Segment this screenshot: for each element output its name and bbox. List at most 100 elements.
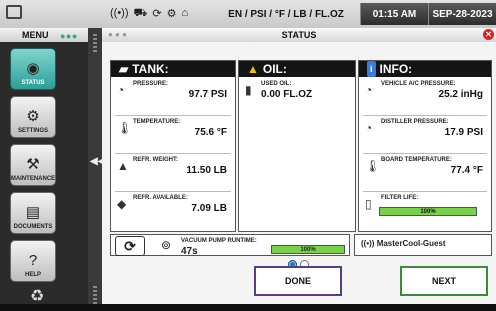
window-titlebar: ● ● ● STATUS ✕ [102,28,496,42]
window-buttons: ● ● ● [108,30,127,39]
menu-item-help[interactable]: ? HELP [10,240,56,282]
tank-refr-available-value: 7.09 LB [191,203,227,214]
board-temp-row: 🌡 BOARD TEMPERATURE: 77.4 °F [359,155,491,191]
thermometer-icon: 🌡 [365,159,381,173]
status-icons: ((•)) ⛟ ⟳ ⚙ ⌂ [110,7,188,21]
menu-item-label: DOCUMENTS [13,224,53,230]
tools-icon: ⚒ [26,156,40,173]
close-icon[interactable]: ✕ [483,29,494,40]
menu-window-buttons: ● ● ● [60,31,77,41]
divider [115,153,231,154]
vehicle-icon: ⛟ [133,7,148,19]
wifi-signal-icon: ((•)) [110,7,129,19]
gauge-icon: ◔ [365,83,373,97]
tank-temperature-value: 75.6 °F [194,127,227,138]
menu-item-label: HELP [24,272,41,278]
pump-runtime-bar: 100% [271,245,345,254]
units-indicator[interactable]: EN / PSI / °F / LB / FL.OZ [212,4,360,24]
oil-panel-header: ▲ OIL: [239,61,355,77]
sidebar-collapse-handle[interactable]: ◀◀ [88,28,105,311]
tank-panel: ▰ TANK: ◔ PRESSURE: 97.7 PSI 🌡 TEMPERATU… [110,60,236,232]
tank-refr-weight-row: ▲ REFR. WEIGHT: 11.50 LB [111,155,235,191]
board-temp-value: 77.4 °F [450,165,483,176]
oil-bottle-icon: ▮ [245,83,252,97]
pump-icon: ⊚ [161,238,172,252]
menu-item-label: SETTINGS [17,128,48,134]
document-icon: ▤ [25,204,41,221]
grip-icon [93,34,97,52]
menu-item-status[interactable]: ◉ STATUS [10,48,56,90]
oil-title: OIL: [262,62,287,76]
gauge-icon: ◔ [365,121,373,135]
divider [363,115,487,116]
tank-refr-available-label: REFR. AVAILABLE: [133,195,188,201]
vehicle-pressure-value: 25.2 inHg [438,89,483,100]
gear-icon: ⚙ [26,108,40,125]
thermometer-icon: 🌡 [117,121,133,135]
menu-header: MENU ● ● ● [0,28,88,42]
sync-icon: ⟳ [152,8,162,20]
tank-panel-header: ▰ TANK: [111,61,235,77]
window-title: STATUS [281,30,317,40]
tank-refr-weight-value: 11.50 LB [186,165,227,176]
filter-life-bar: 100% [379,207,477,216]
board-temp-label: BOARD TEMPERATURE: [381,157,452,163]
vacuum-pump-row: ⟳ ⊚ VACUUM PUMP RUNTIME: 47s 100% [110,234,350,257]
used-oil-label: USED OIL: [261,81,292,87]
tank-temperature-label: TEMPERATURE: [133,119,181,125]
menu-item-label: STATUS [21,80,45,86]
grip-icon [93,286,97,304]
pump-runtime-value: 47s [181,246,198,257]
filter-life-row: ▯ FILTER LIFE: 100% [359,193,491,231]
tank-title: TANK: [132,62,169,76]
top-status-bar: ((•)) ⛟ ⟳ ⚙ ⌂ EN / PSI / °F / LB / FL.OZ… [0,0,496,28]
pump-runtime-label: VACUUM PUMP RUNTIME: [181,238,257,244]
menu-item-label: MAINTENANCE [10,176,56,182]
menu-title: MENU [22,30,49,40]
bottom-bezel [0,304,496,311]
gauge-icon: ◔ [117,83,125,97]
wifi-status: ((•)) MasterCool-Guest [354,234,492,256]
next-button[interactable]: NEXT [400,266,488,296]
menu-item-documents[interactable]: ▤ DOCUMENTS [10,192,56,234]
clock-time: 01:15 AM [360,3,428,25]
info-panel-header: i INFO: [359,61,491,77]
menu-sidebar: MENU ● ● ● ◉ STATUS ⚙ SETTINGS ⚒ MAINTEN… [0,28,88,311]
weight-icon: ▲ [117,159,129,173]
tank-pressure-value: 97.7 PSI [188,89,227,100]
distiller-pressure-label: DISTILLER PRESSURE: [381,119,449,125]
wifi-ssid-text: MasterCool-Guest [376,239,446,248]
divider [115,191,231,192]
recycle-icon[interactable]: ♻ [30,286,44,306]
divider [363,153,487,154]
divider [115,115,231,116]
tank-refr-available-row: ◆ REFR. AVAILABLE: 7.09 LB [111,193,235,231]
menu-item-maintenance[interactable]: ⚒ MAINTENANCE [10,144,56,186]
filter-life-label: FILTER LIFE: [381,195,419,201]
tank-pressure-row: ◔ PRESSURE: 97.7 PSI [111,79,235,115]
status-icon: ◉ [26,60,40,77]
tank-icon: ▰ [119,62,129,76]
clock-date: SEP-28-2023 [428,3,496,25]
available-icon: ◆ [117,197,127,211]
oil-panel: ▲ OIL: ▮ USED OIL: 0.00 FL.OZ [238,60,356,232]
network-icon: ⌂ [181,7,189,19]
info-title: INFO: [379,62,413,76]
filter-icon: ▯ [365,197,372,211]
warning-icon: ▲ [247,62,259,76]
help-icon: ? [28,252,38,269]
distiller-pressure-row: ◔ DISTILLER PRESSURE: 17.9 PSI [359,117,491,153]
status-window: ● ● ● STATUS ✕ ▰ TANK: ◔ PRESSURE: 97.7 … [102,28,496,304]
menu-item-settings[interactable]: ⚙ SETTINGS [10,96,56,138]
vehicle-pressure-row: ◔ VEHICLE A/C PRESSURE: 25.2 inHg [359,79,491,115]
tank-pressure-label: PRESSURE: [133,81,169,87]
refresh-button[interactable]: ⟳ [115,236,145,256]
done-button[interactable]: DONE [254,266,342,296]
info-panel: i INFO: ◔ VEHICLE A/C PRESSURE: 25.2 inH… [358,60,492,232]
distiller-pressure-value: 17.9 PSI [444,127,483,138]
used-oil-value: 0.00 FL.OZ [261,89,313,100]
info-icon: i [367,61,376,77]
used-oil-row: ▮ USED OIL: 0.00 FL.OZ [239,79,355,115]
vehicle-pressure-label: VEHICLE A/C PRESSURE: [381,81,456,87]
divider [363,191,487,192]
